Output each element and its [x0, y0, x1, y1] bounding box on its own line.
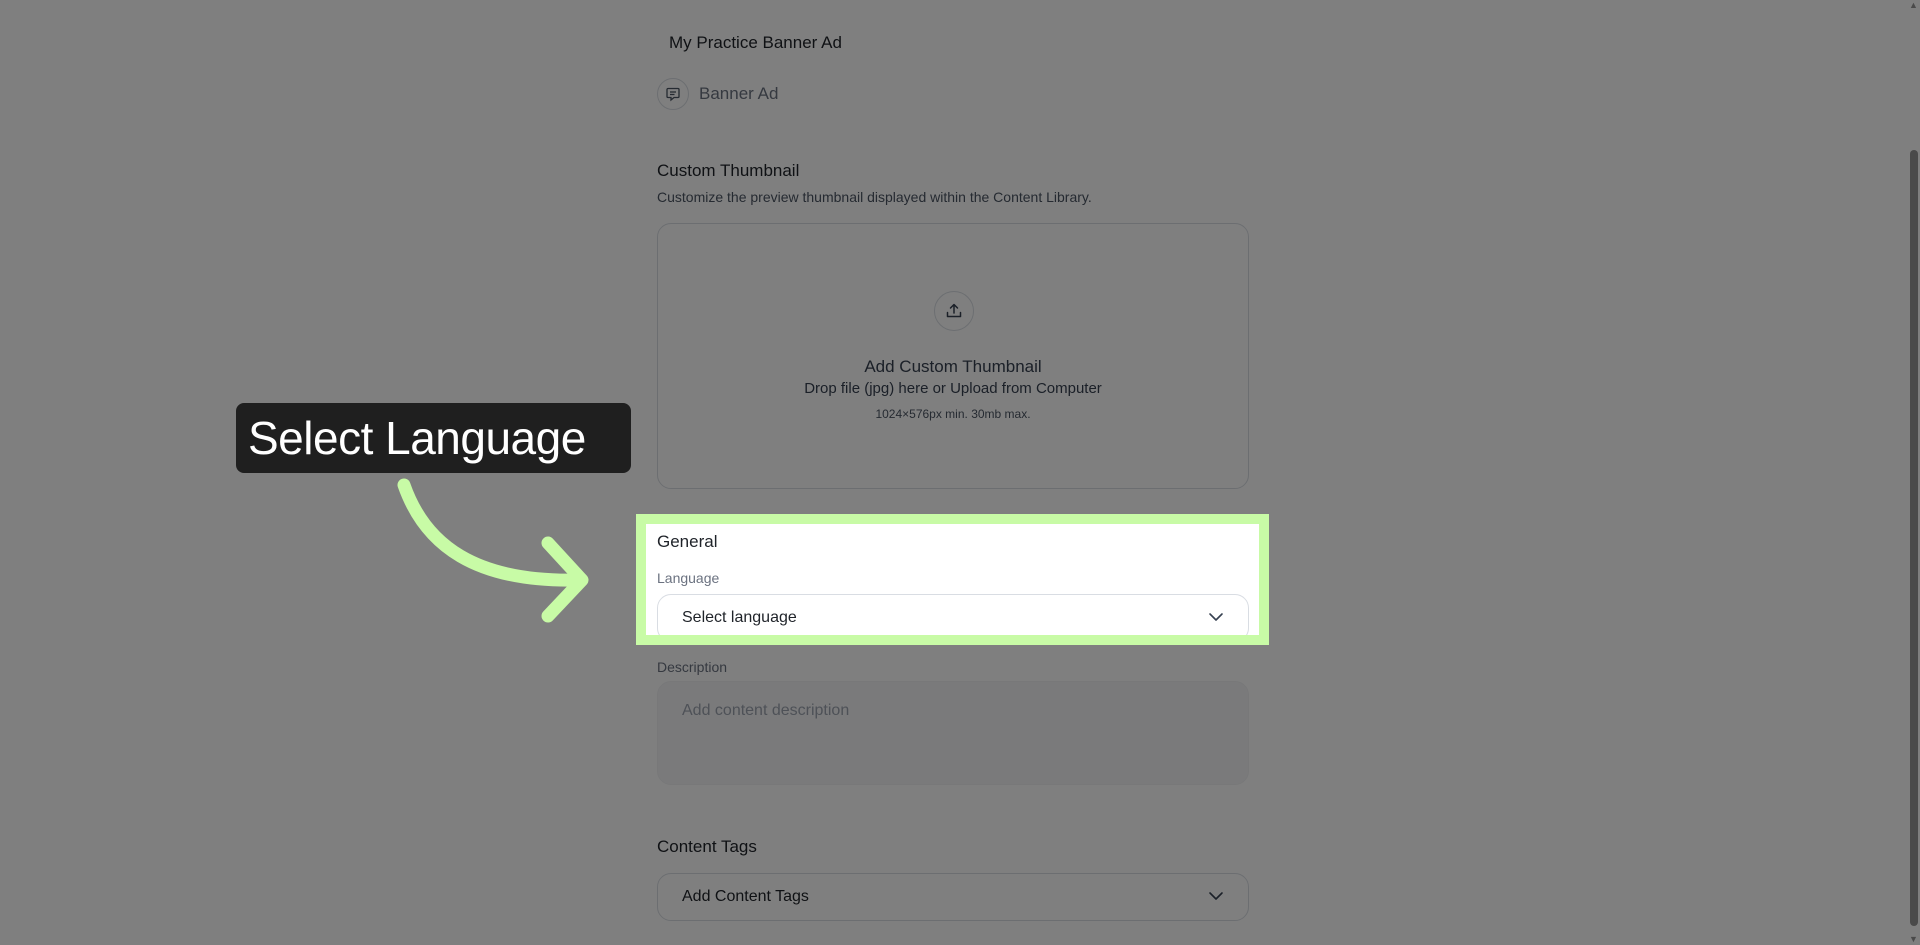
- chevron-down-icon: [1208, 609, 1224, 627]
- tutorial-callout: Select Language: [236, 403, 631, 473]
- general-section-highlighted: General Language Select language: [646, 524, 1259, 635]
- scrollbar-thumb[interactable]: [1910, 150, 1918, 926]
- general-heading: General: [657, 532, 718, 551]
- language-label: Language: [657, 570, 720, 586]
- language-select[interactable]: Select language: [657, 594, 1249, 635]
- scroll-down-icon[interactable]: ▼: [1909, 935, 1918, 944]
- scroll-up-icon[interactable]: ▲: [1909, 1, 1918, 10]
- page-scrollbar[interactable]: ▲ ▼: [1907, 0, 1920, 945]
- language-select-placeholder: Select language: [682, 609, 797, 626]
- content-editor-page: My Practice Banner Ad Banner Ad Custom T…: [0, 0, 1920, 945]
- callout-arrow-icon: [397, 478, 589, 623]
